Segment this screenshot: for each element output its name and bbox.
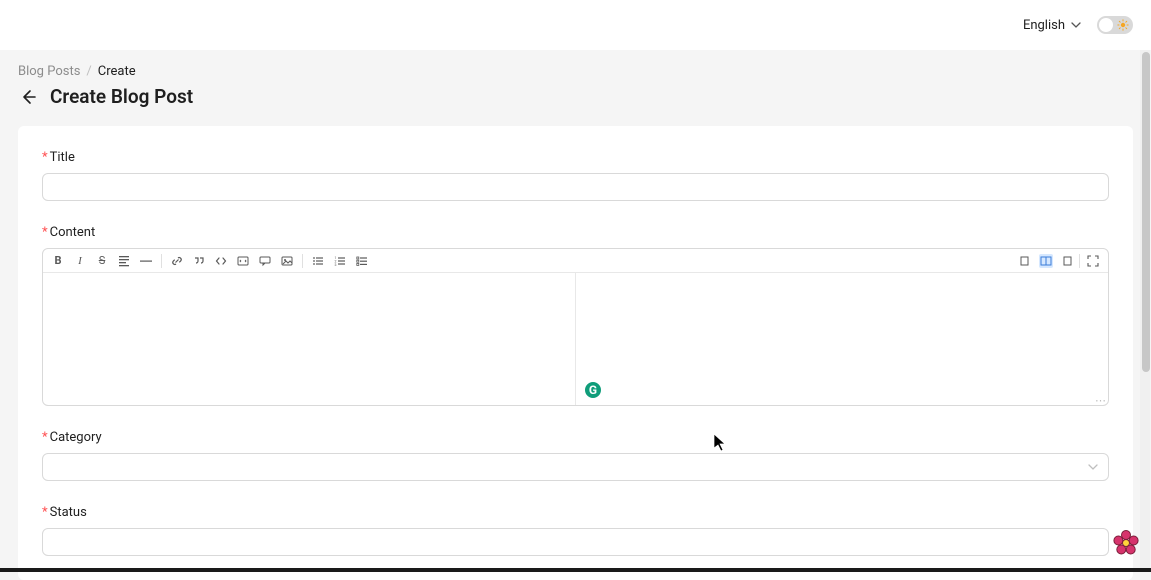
breadcrumb-current: Create [98, 64, 136, 79]
chevron-down-icon [1071, 20, 1081, 30]
scrollbar-thumb[interactable] [1142, 52, 1150, 372]
breadcrumb-separator: / [86, 64, 91, 79]
content-label-text: Content [50, 225, 96, 240]
grammarly-icon[interactable]: G [583, 380, 603, 400]
strikethrough-icon[interactable]: S [95, 254, 109, 268]
view-preview-icon[interactable] [1059, 254, 1073, 268]
toolbar-separator [1079, 254, 1080, 268]
required-mark: * [42, 225, 48, 240]
page-wrapper: Blog Posts / Create Create Blog Post * T… [0, 50, 1151, 580]
form-item-category: * Category [42, 430, 1109, 481]
breadcrumb: Blog Posts / Create [18, 64, 1133, 79]
view-editor-icon[interactable] [1019, 254, 1033, 268]
bold-icon[interactable]: B [51, 254, 65, 268]
editor-toolbar: B I S 123 [43, 249, 1108, 273]
code-icon[interactable] [214, 254, 228, 268]
status-select[interactable] [42, 528, 1109, 556]
field-label: * Content [42, 225, 1109, 240]
back-button[interactable] [18, 87, 38, 107]
codeblock-icon[interactable] [236, 254, 250, 268]
flower-badge-icon[interactable] [1111, 528, 1141, 558]
status-label-text: Status [50, 505, 87, 520]
italic-icon[interactable]: I [73, 254, 87, 268]
title-label-text: Title [50, 150, 75, 165]
toolbar-separator [161, 254, 162, 268]
hr-icon[interactable] [139, 254, 153, 268]
field-label: * Category [42, 430, 1109, 445]
breadcrumb-item[interactable]: Blog Posts [18, 64, 80, 79]
form-item-status: * Status [42, 505, 1109, 556]
language-select[interactable]: English [1003, 18, 1081, 33]
fullscreen-icon[interactable] [1086, 254, 1100, 268]
required-mark: * [42, 505, 48, 520]
toolbar-separator [302, 254, 303, 268]
arrow-left-icon [20, 89, 36, 105]
link-icon[interactable] [170, 254, 184, 268]
form-item-title: * Title [42, 150, 1109, 201]
editor-body: G ⋯ [43, 273, 1108, 405]
heading-icon[interactable] [117, 254, 131, 268]
resize-handle[interactable]: ⋯ [1095, 394, 1106, 407]
content-editor: B I S 123 [42, 248, 1109, 406]
sun-icon [1117, 19, 1129, 31]
page-title-row: Create Blog Post [18, 85, 1133, 108]
field-label: * Title [42, 150, 1109, 165]
quote-icon[interactable] [192, 254, 206, 268]
language-label: English [1023, 18, 1065, 33]
topbar: English [0, 0, 1151, 50]
editor-preview-pane [576, 273, 1108, 405]
page-title: Create Blog Post [50, 85, 193, 108]
list-ol-icon[interactable]: 123 [333, 254, 347, 268]
form-item-content: * Content B I S [42, 225, 1109, 406]
category-select[interactable] [42, 453, 1109, 481]
theme-toggle[interactable] [1097, 16, 1133, 34]
image-icon[interactable] [280, 254, 294, 268]
svg-text:3: 3 [335, 263, 337, 267]
bottom-strip [0, 568, 1151, 572]
editor-source-pane[interactable] [43, 273, 575, 405]
toggle-knob [1099, 18, 1113, 32]
required-mark: * [42, 430, 48, 445]
required-mark: * [42, 150, 48, 165]
comment-icon[interactable] [258, 254, 272, 268]
view-split-icon[interactable] [1039, 254, 1053, 268]
chevron-down-icon [1088, 462, 1098, 472]
category-label-text: Category [50, 430, 102, 445]
flag-icon [1003, 20, 1017, 30]
form-card: * Title * Content B I S [18, 126, 1133, 580]
list-ul-icon[interactable] [311, 254, 325, 268]
title-input[interactable] [42, 173, 1109, 201]
field-label: * Status [42, 505, 1109, 520]
checklist-icon[interactable] [355, 254, 369, 268]
